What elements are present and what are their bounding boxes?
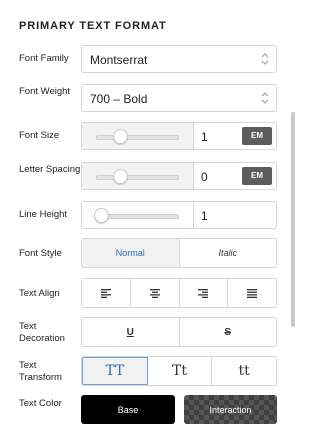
font-style-normal-button[interactable]: Normal: [82, 239, 180, 267]
letter-spacing-value[interactable]: 0: [201, 170, 208, 184]
text-color-row: Text Color Base Interaction: [0, 395, 297, 424]
transform-uppercase-button[interactable]: TT: [82, 357, 148, 385]
text-align-row: Text Align: [0, 278, 297, 308]
font-size-control: 1 EM: [81, 122, 277, 150]
font-size-row: Font Size 1 EM: [0, 122, 297, 150]
align-center-icon: [149, 288, 160, 298]
transform-capitalize-button[interactable]: Tt: [148, 357, 213, 385]
text-decoration-row: Text Decoration U S: [0, 317, 297, 347]
align-right-icon: [198, 288, 209, 298]
letter-spacing-row: Letter Spacing 0 EM: [0, 162, 297, 190]
strikethrough-icon: S: [224, 326, 232, 338]
align-justify-button[interactable]: [228, 279, 276, 307]
text-transform-label: Text Transform: [19, 360, 62, 383]
font-size-unit-button[interactable]: EM: [242, 127, 272, 145]
slider-thumb[interactable]: [94, 208, 109, 223]
line-height-row: Line Height 1: [0, 201, 297, 229]
slider-thumb[interactable]: [113, 169, 128, 184]
letter-spacing-unit-button[interactable]: EM: [242, 167, 272, 185]
text-color-label: Text Color: [19, 398, 62, 409]
slider-track: [96, 135, 179, 140]
text-transform-row: Text Transform TT Tt tt: [0, 356, 297, 386]
font-size-label: Font Size: [19, 130, 60, 141]
font-family-select[interactable]: Montserrat: [81, 45, 277, 73]
font-weight-row: Font Weight 700 – Bold: [0, 84, 297, 112]
font-family-value: Montserrat: [90, 53, 148, 67]
transform-uppercase-label: TT: [105, 363, 125, 379]
underline-button[interactable]: U: [82, 318, 180, 346]
letter-spacing-slider[interactable]: [82, 163, 194, 189]
font-family-label: Font Family: [19, 53, 69, 64]
letter-spacing-control: 0 EM: [81, 162, 277, 190]
line-height-value[interactable]: 1: [201, 209, 208, 223]
font-style-label: Font Style: [19, 248, 62, 259]
interaction-color-label: Interaction: [209, 404, 252, 415]
text-align-segmented: [81, 278, 277, 308]
align-left-icon: [100, 288, 111, 298]
font-style-italic-button[interactable]: Italic: [180, 239, 277, 267]
interaction-color-swatch[interactable]: Interaction: [184, 395, 277, 424]
chevron-updown-icon: [261, 92, 269, 104]
font-size-slider[interactable]: [82, 123, 194, 149]
align-justify-icon: [247, 288, 258, 298]
line-height-label: Line Height: [19, 209, 68, 220]
underline-icon: U: [126, 326, 134, 338]
panel-scrollbar[interactable]: [291, 112, 295, 327]
slider-track: [96, 175, 179, 180]
strikethrough-button[interactable]: S: [180, 318, 277, 346]
font-family-row: Font Family Montserrat: [0, 45, 297, 73]
font-style-segmented: Normal Italic: [81, 238, 277, 268]
transform-lowercase-label: tt: [238, 363, 250, 379]
font-style-italic-label: Italic: [218, 248, 237, 258]
text-decoration-segmented: U S: [81, 317, 277, 347]
font-style-row: Font Style Normal Italic: [0, 238, 297, 268]
text-align-label: Text Align: [19, 288, 60, 299]
transform-capitalize-label: Tt: [172, 363, 187, 379]
base-color-label: Base: [117, 404, 139, 415]
text-transform-segmented: TT Tt tt: [81, 356, 277, 386]
line-height-slider[interactable]: [82, 202, 194, 228]
font-weight-value: 700 – Bold: [90, 92, 148, 106]
primary-text-format-panel: PRIMARY TEXT FORMAT Font Family Montserr…: [0, 0, 297, 447]
align-center-button[interactable]: [131, 279, 180, 307]
transform-lowercase-button[interactable]: tt: [212, 357, 276, 385]
chevron-updown-icon: [261, 53, 269, 65]
align-left-button[interactable]: [82, 279, 131, 307]
font-size-value[interactable]: 1: [201, 130, 208, 144]
letter-spacing-label: Letter Spacing: [19, 164, 81, 175]
font-weight-label: Font Weight: [19, 86, 71, 97]
font-style-normal-label: Normal: [115, 248, 145, 258]
text-decoration-label: Text Decoration: [19, 321, 65, 344]
slider-thumb[interactable]: [113, 129, 128, 144]
align-right-button[interactable]: [180, 279, 229, 307]
panel-title: PRIMARY TEXT FORMAT: [19, 20, 167, 32]
font-weight-select[interactable]: 700 – Bold: [81, 84, 277, 112]
base-color-swatch[interactable]: Base: [81, 395, 175, 424]
line-height-control: 1: [81, 201, 277, 229]
